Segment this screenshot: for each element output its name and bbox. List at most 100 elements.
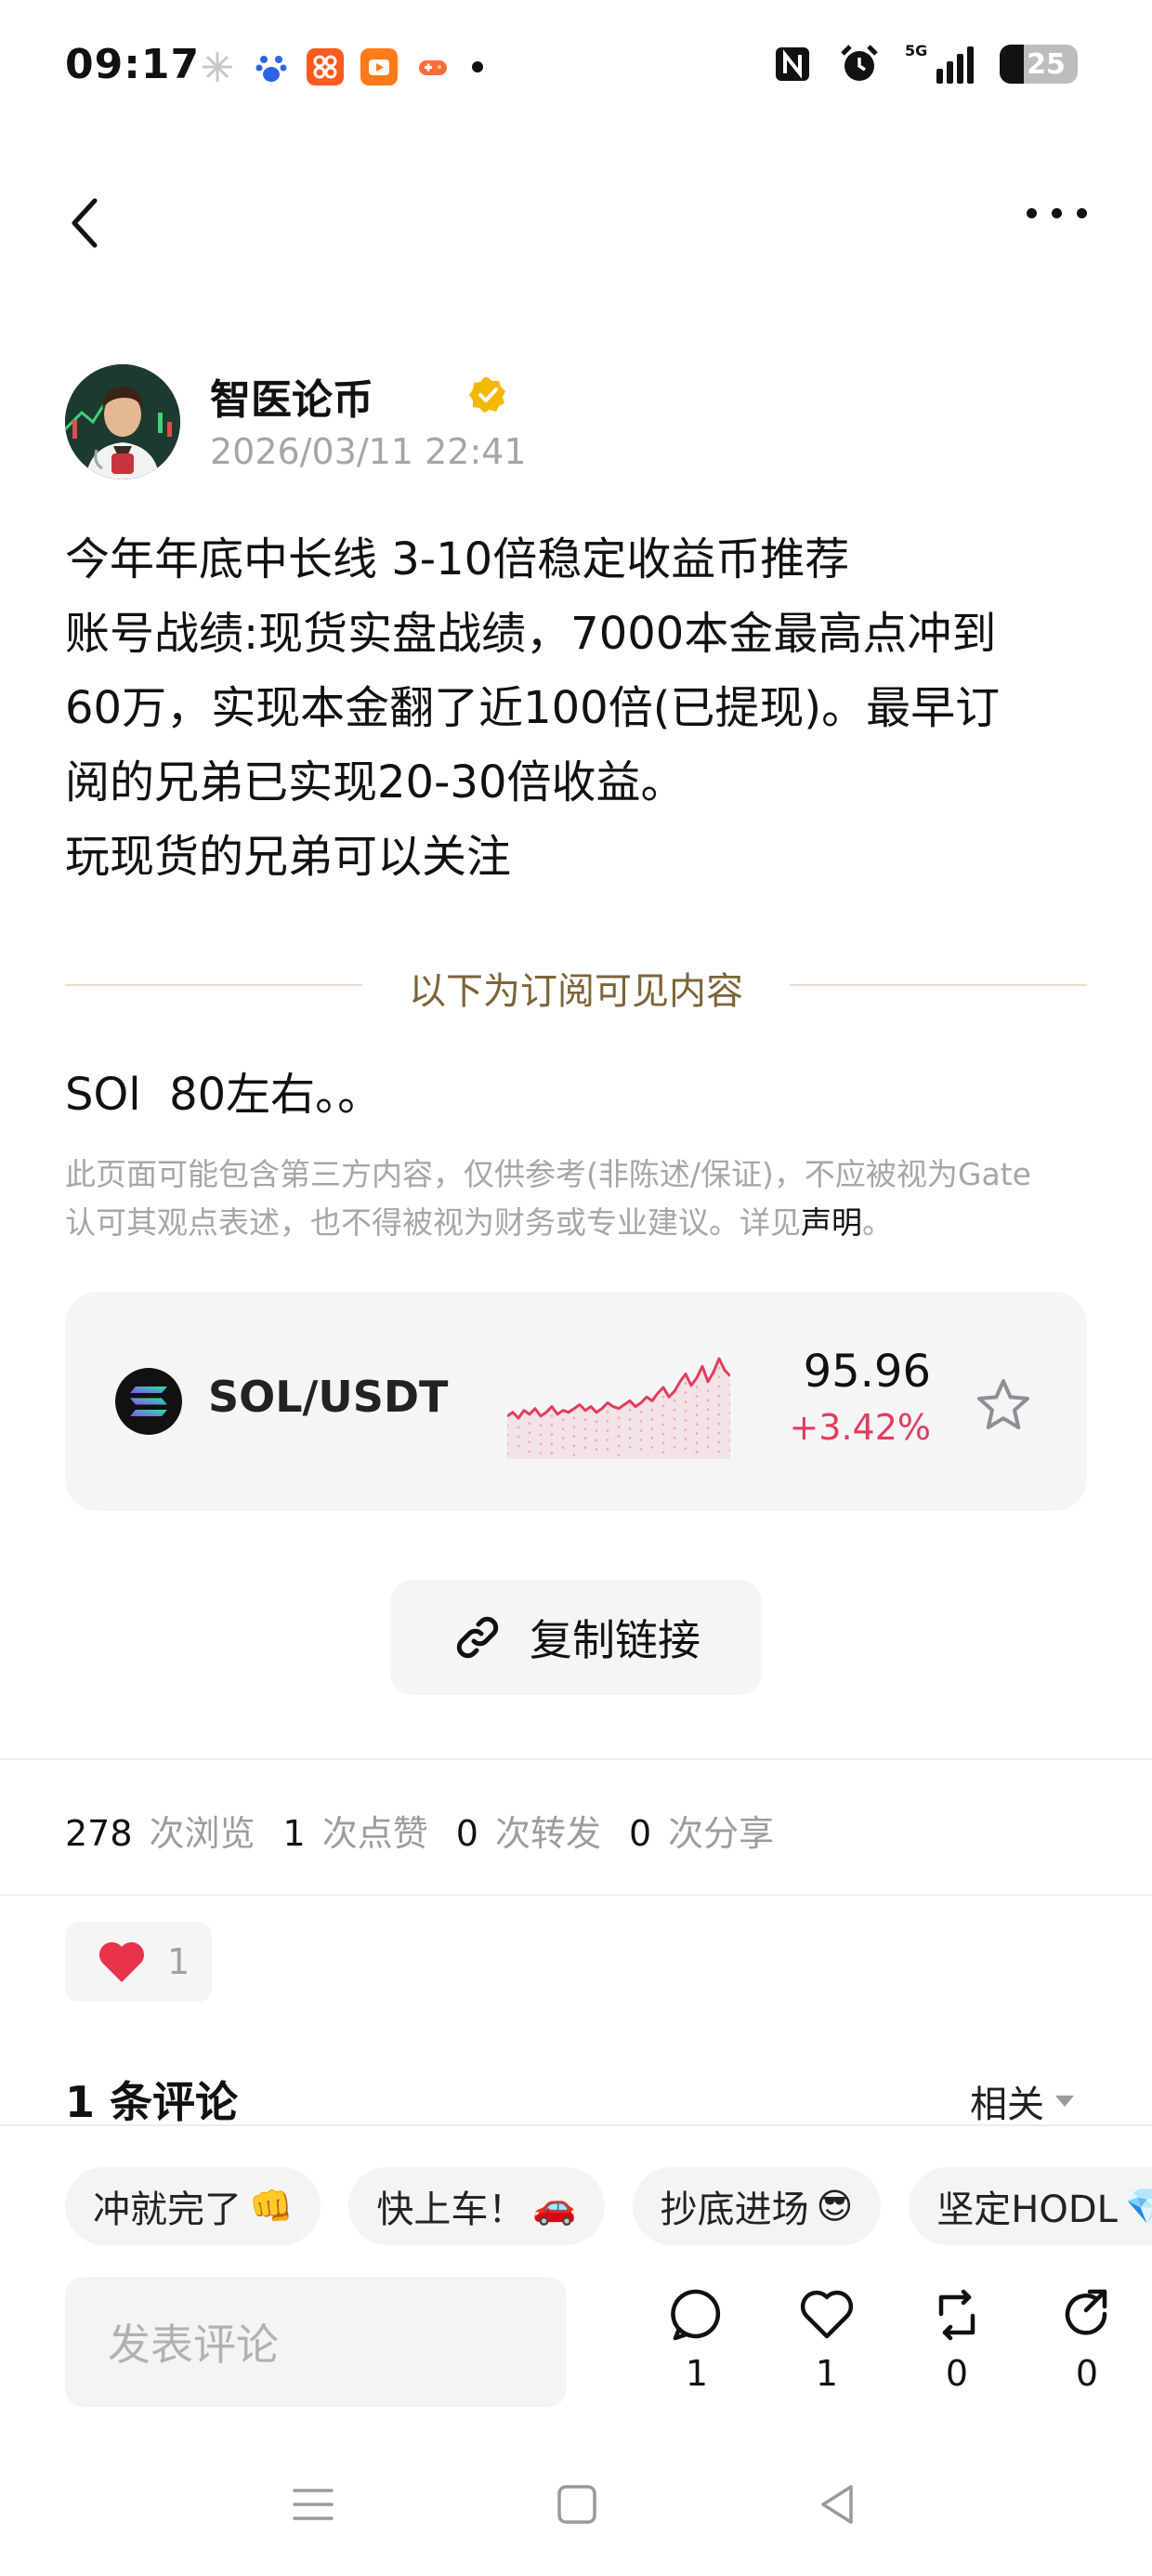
ticker-card[interactable]: SOL/USDT 95.96 +3.42% — [65, 1292, 1087, 1511]
more-options-button[interactable] — [1027, 208, 1087, 218]
comment-action-button[interactable]: 1 — [632, 2286, 762, 2394]
pinwheel-icon — [199, 48, 236, 85]
sparkline-dot — [550, 1424, 554, 1426]
quick-reply-chip[interactable]: 冲就完了 👊 — [65, 2167, 321, 2245]
sparkline-dot — [661, 1423, 665, 1426]
baidu-icon — [253, 48, 290, 85]
sparkline-dot — [539, 1452, 543, 1455]
solana-logo-icon — [115, 1368, 182, 1435]
quick-reply-chip[interactable]: 抄底进场 😎 — [632, 2167, 882, 2245]
quick-reply-chip[interactable]: 快上车！ 🚗 — [348, 2167, 605, 2245]
nfc-icon — [771, 43, 814, 85]
reposts-label: 次转发 — [494, 1813, 601, 1854]
quick-reply-chips: 冲就完了 👊 快上车！ 🚗 抄底进场 😎 坚定HODL 💎 — [65, 2167, 1152, 2245]
divider — [0, 1894, 1152, 1896]
sparkline-dot — [539, 1442, 543, 1446]
system-back-button[interactable] — [814, 2481, 860, 2531]
verified-badge-icon — [468, 375, 507, 414]
repost-action-button[interactable]: 0 — [892, 2286, 1022, 2394]
subscriber-text: SOl 80左右。。 — [65, 1069, 383, 1121]
sparkline-dot — [583, 1437, 587, 1439]
disclaimer: 此页面可能包含第三方内容，仅供参考(非陈述/保证)，不应被视为Gate 认可其观… — [65, 1150, 1096, 1247]
reposts-count: 0 — [455, 1813, 478, 1854]
views-label: 次浏览 — [149, 1813, 255, 1854]
sparkline-dot — [617, 1435, 621, 1438]
reaction-like-chip[interactable]: 1 — [65, 1922, 212, 2002]
sparkline-dot — [717, 1413, 721, 1416]
sparkline-dot — [717, 1394, 721, 1398]
sparkline-dot — [661, 1404, 665, 1408]
sparkline-dot — [528, 1431, 531, 1435]
post-timestamp: 2026/03/11 22:41 — [210, 431, 527, 472]
share-action-button[interactable]: 0 — [1022, 2286, 1152, 2394]
sparkline-dot — [650, 1409, 654, 1412]
sunglasses-emoji-icon: 😎 — [816, 2186, 854, 2227]
system-menu-button[interactable] — [290, 2481, 336, 2531]
comments-header: 1 条评论 — [65, 2077, 239, 2127]
sparkline-dot — [528, 1440, 531, 1444]
disclaimer-line: 认可其观点表述，也不得被视为财务或专业建议。详见声明。 — [65, 1199, 1096, 1247]
repost-action-count: 0 — [945, 2353, 969, 2394]
sparkline-dot — [695, 1404, 699, 1407]
status-time: 09:17 — [65, 41, 201, 88]
author-name[interactable]: 智医论币 — [210, 366, 373, 426]
sparkline-dot — [606, 1429, 609, 1432]
post-line: 今年年底中长线 3-10倍稳定收益币推荐 — [65, 533, 850, 585]
comment-sort-dropdown[interactable]: 相关 — [970, 2074, 1074, 2128]
sparkline-dot — [528, 1422, 531, 1426]
sparkline-dot — [561, 1437, 565, 1439]
sparkline-dot — [684, 1419, 687, 1422]
sparkline-dot — [717, 1403, 721, 1407]
caret-down-icon — [1055, 2096, 1074, 2107]
sparkline-dot — [650, 1446, 654, 1449]
sparkline-dot — [673, 1399, 676, 1402]
battery-icon: 25 — [1000, 45, 1078, 84]
sparkline-dot — [706, 1436, 710, 1439]
share-icon — [1065, 2289, 1107, 2335]
copy-link-button[interactable]: 复制链接 — [390, 1580, 762, 1695]
sparkline-dot — [517, 1444, 520, 1448]
sparkline-dot — [606, 1448, 609, 1451]
sparkline-dot — [695, 1441, 699, 1444]
sparkline-dot — [572, 1416, 576, 1419]
sparkline-dot — [539, 1433, 543, 1437]
back-button[interactable] — [58, 188, 113, 258]
sparkline-dot — [673, 1445, 676, 1449]
sparkline-dot — [684, 1447, 687, 1450]
avatar[interactable] — [65, 364, 180, 480]
heart-outline-icon — [800, 2290, 854, 2339]
chevron-left-icon — [72, 198, 98, 248]
sparkline-dot — [617, 1444, 621, 1447]
link-icon — [456, 1616, 499, 1659]
disclaimer-link[interactable]: 声明 — [801, 1204, 862, 1241]
sparkline-dot — [695, 1413, 699, 1416]
star-icon — [977, 1379, 1029, 1429]
favorite-star-button[interactable] — [974, 1375, 1033, 1435]
share-action-count: 0 — [1075, 2353, 1099, 2394]
ticker-change: +3.42% — [789, 1407, 931, 1448]
comment-input[interactable]: 发表评论 — [65, 2277, 567, 2407]
sparkline-dot — [717, 1366, 721, 1370]
sparkline-dot — [561, 1446, 565, 1449]
sparkline-dot — [550, 1442, 554, 1445]
views-count: 278 — [65, 1813, 133, 1854]
sparkline-dot — [695, 1423, 699, 1426]
comment-sort-label: 相关 — [970, 2083, 1044, 2126]
sparkline-dot — [684, 1410, 687, 1413]
copy-link-label: 复制链接 — [530, 1615, 700, 1665]
taobao-icon — [307, 48, 344, 85]
sparkline-dot — [595, 1429, 598, 1433]
like-action-button[interactable]: 1 — [762, 2286, 892, 2394]
sparkline-dot — [717, 1431, 721, 1435]
signal-icon: 5G — [905, 43, 975, 85]
quick-reply-chip[interactable]: 坚定HODL 💎 — [909, 2167, 1152, 2245]
sparkline-dot — [528, 1450, 531, 1453]
sparkline-dot — [695, 1395, 699, 1398]
quick-reply-text: 冲就完了 — [93, 2188, 242, 2231]
post-line: 玩现货的兄弟可以关注 — [65, 831, 512, 883]
author-header: 智医论币 2026/03/11 22:41 — [65, 364, 1087, 480]
sparkline-dot — [717, 1375, 721, 1379]
system-home-button[interactable] — [554, 2481, 600, 2531]
sparkline-dot — [695, 1451, 699, 1453]
punch-emoji-icon: 👊 — [249, 2185, 294, 2227]
